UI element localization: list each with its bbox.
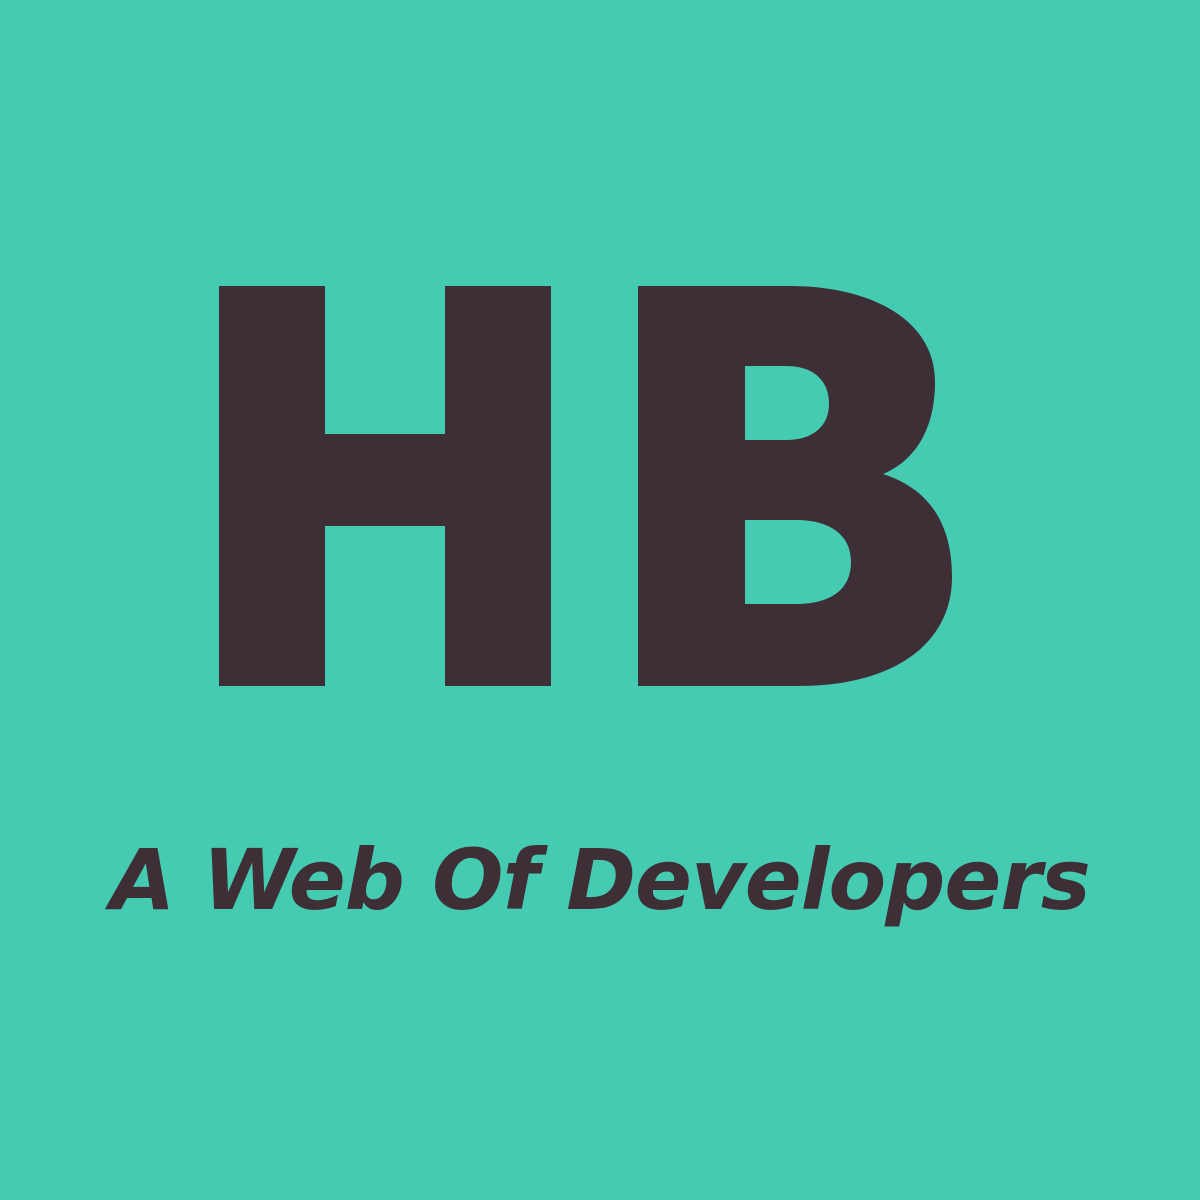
letter-b bbox=[638, 286, 952, 686]
letter-h bbox=[219, 286, 551, 686]
tagline: A Web Of Developers bbox=[110, 831, 1091, 929]
hb-monogram-logo bbox=[219, 286, 952, 686]
